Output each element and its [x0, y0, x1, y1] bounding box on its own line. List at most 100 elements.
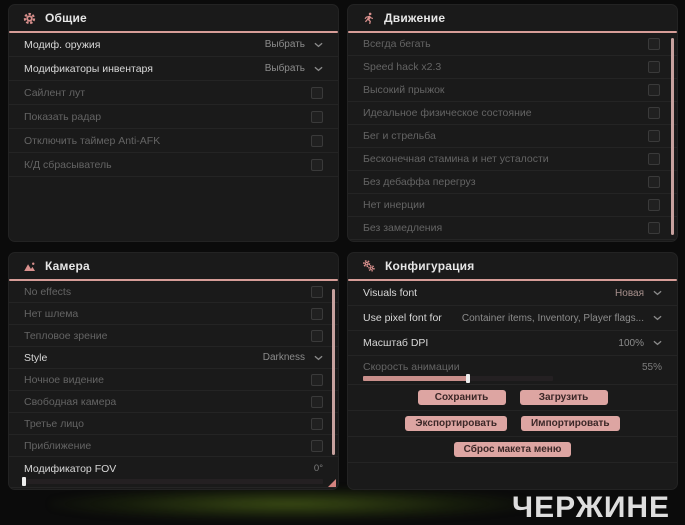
checkbox[interactable]	[311, 373, 323, 386]
checkbox[interactable]	[311, 307, 323, 320]
checkbox[interactable]	[648, 84, 660, 96]
panel-title: Камера	[45, 259, 90, 273]
setting-row: Без замедления	[348, 217, 677, 240]
button-row: Сохранить Загрузить	[348, 385, 677, 411]
setting-row: Без дебаффа перегруз	[348, 171, 677, 194]
select-value: 100%	[618, 337, 644, 349]
setting-label: Показать радар	[24, 110, 102, 123]
gears-icon	[363, 260, 375, 272]
checkbox[interactable]	[648, 38, 660, 50]
load-button[interactable]: Загрузить	[519, 390, 608, 405]
checkbox[interactable]	[311, 134, 323, 147]
slider-fill	[363, 376, 468, 381]
visuals-font-select[interactable]: Новая	[615, 288, 662, 299]
checkbox[interactable]	[311, 158, 323, 171]
select-value: Новая	[615, 287, 644, 299]
checkbox[interactable]	[311, 285, 323, 298]
setting-row: Масштаб DPI 100%	[348, 331, 677, 356]
setting-label: Модификатор FOV	[24, 462, 117, 475]
panel-movement-rows: Всегда бегать Speed hack x2.3 Высокий пр…	[348, 33, 677, 240]
checkbox[interactable]	[311, 417, 323, 430]
setting-row: No effects	[9, 281, 338, 303]
resize-grip[interactable]	[328, 479, 336, 487]
setting-label: Тепловое зрение	[24, 329, 108, 342]
select-value: Выбрать	[264, 63, 305, 74]
animation-speed-row: Скорость анимации 55%	[348, 356, 677, 385]
setting-label: Нет инерции	[363, 199, 425, 211]
panel-title: Общие	[45, 11, 87, 25]
checkbox[interactable]	[648, 130, 660, 142]
checkbox[interactable]	[648, 176, 660, 188]
setting-row: Модиф. оружия Выбрать	[9, 33, 338, 57]
checkbox[interactable]	[311, 86, 323, 99]
watermark-text: ЧЕРЖИНЕ	[512, 491, 671, 524]
weapon-mod-select[interactable]: Выбрать	[265, 39, 323, 50]
scrollbar[interactable]	[671, 38, 674, 235]
animation-speed-slider[interactable]	[363, 374, 553, 383]
runner-icon	[364, 12, 374, 24]
setting-row: Отключить таймер Anti-AFK	[9, 129, 338, 153]
setting-label: Без замедления	[363, 222, 443, 234]
slider-handle[interactable]	[22, 477, 26, 486]
panel-movement-header: Движение	[348, 5, 677, 31]
setting-label: Отключить таймер Anti-AFK	[24, 134, 161, 147]
setting-row: Показать радар	[9, 105, 338, 129]
export-button[interactable]: Экспортировать	[405, 416, 507, 431]
setting-label: Свободная камера	[24, 395, 117, 408]
setting-label: Сайлент лут	[24, 86, 86, 99]
setting-label: Visuals font	[363, 287, 418, 299]
style-select[interactable]: Darkness	[263, 352, 323, 363]
reset-menu-layout-button[interactable]: Сброс макета меню	[453, 442, 572, 457]
animation-speed-value: 55%	[641, 361, 662, 373]
fov-value: 0°	[313, 463, 323, 474]
setting-row: Нет инерции	[348, 194, 677, 217]
setting-row: Третье лицо	[9, 413, 338, 435]
setting-row: Бесконечная стамина и нет усталости	[348, 148, 677, 171]
panel-camera-header: Камера	[9, 253, 338, 279]
setting-label: Всегда бегать	[363, 38, 431, 50]
fov-slider[interactable]	[22, 477, 323, 486]
setting-label: Модиф. оружия	[24, 38, 101, 51]
checkbox[interactable]	[648, 222, 660, 234]
setting-row: Модификаторы инвентаря Выбрать	[9, 57, 338, 81]
chevron-down-icon	[653, 315, 662, 321]
checkbox[interactable]	[648, 199, 660, 211]
setting-label: Use pixel font for	[363, 312, 442, 324]
panel-title: Движение	[384, 11, 446, 25]
pixel-font-select[interactable]: Container items, Inventory, Player flags…	[462, 313, 662, 324]
slider-handle[interactable]	[465, 374, 470, 383]
checkbox[interactable]	[311, 439, 323, 452]
panel-movement: Движение Всегда бегать Speed hack x2.3 В…	[347, 4, 678, 242]
setting-row: Идеальное физическое состояние	[348, 102, 677, 125]
checkbox[interactable]	[311, 110, 323, 123]
setting-label: Style	[24, 351, 48, 364]
chevron-down-icon	[314, 42, 323, 47]
checkbox[interactable]	[311, 395, 323, 408]
setting-label: Идеальное физическое состояние	[363, 107, 532, 119]
panel-config: Конфигурация Visuals font Новая Use pixe…	[347, 252, 678, 490]
checkbox[interactable]	[311, 329, 323, 342]
button-row: Сброс макета меню	[348, 437, 677, 463]
save-button[interactable]: Сохранить	[417, 390, 506, 405]
import-button[interactable]: Импортировать	[520, 416, 620, 431]
scrollbar[interactable]	[332, 289, 335, 455]
inventory-mod-select[interactable]: Выбрать	[265, 63, 323, 74]
setting-row: Нет шлема	[9, 303, 338, 325]
fov-modifier-row: Модификатор FOV 0°	[9, 457, 338, 488]
setting-label: Третье лицо	[24, 417, 84, 430]
setting-row: Visuals font Новая	[348, 281, 677, 306]
image-icon	[24, 262, 36, 271]
setting-row: Use pixel font for Container items, Inve…	[348, 306, 677, 331]
chevron-down-icon	[653, 340, 662, 346]
setting-row: К/Д сбрасыватель	[9, 153, 338, 177]
select-value: Darkness	[262, 352, 305, 363]
dpi-scale-select[interactable]: 100%	[618, 338, 662, 349]
setting-label: Масштаб DPI	[363, 337, 429, 349]
setting-label: Бег и стрельба	[363, 130, 436, 142]
checkbox[interactable]	[648, 107, 660, 119]
panel-camera-rows: No effects Нет шлема Тепловое зрение Sty…	[9, 281, 338, 488]
checkbox[interactable]	[648, 61, 660, 73]
chevron-down-icon	[314, 355, 323, 360]
setting-row: Всегда бегать	[348, 33, 677, 56]
checkbox[interactable]	[648, 153, 660, 165]
